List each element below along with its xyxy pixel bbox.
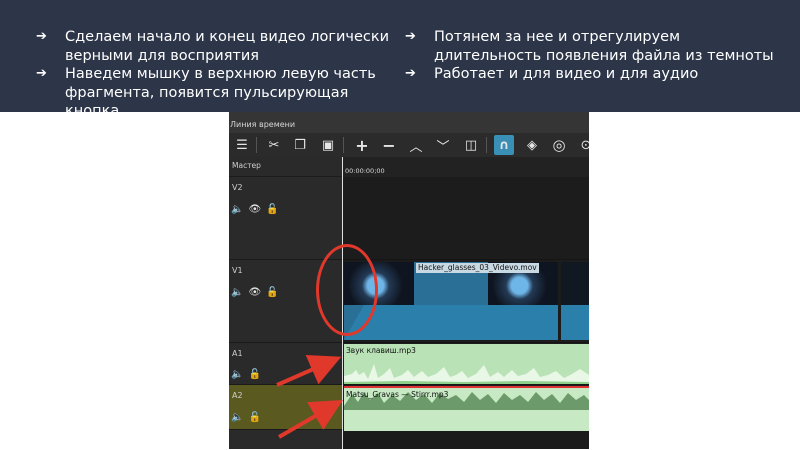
annotation-arrows bbox=[276, 354, 343, 439]
arrow-to-a1-fade bbox=[276, 354, 342, 387]
arrow-to-a2-fade bbox=[277, 399, 343, 439]
